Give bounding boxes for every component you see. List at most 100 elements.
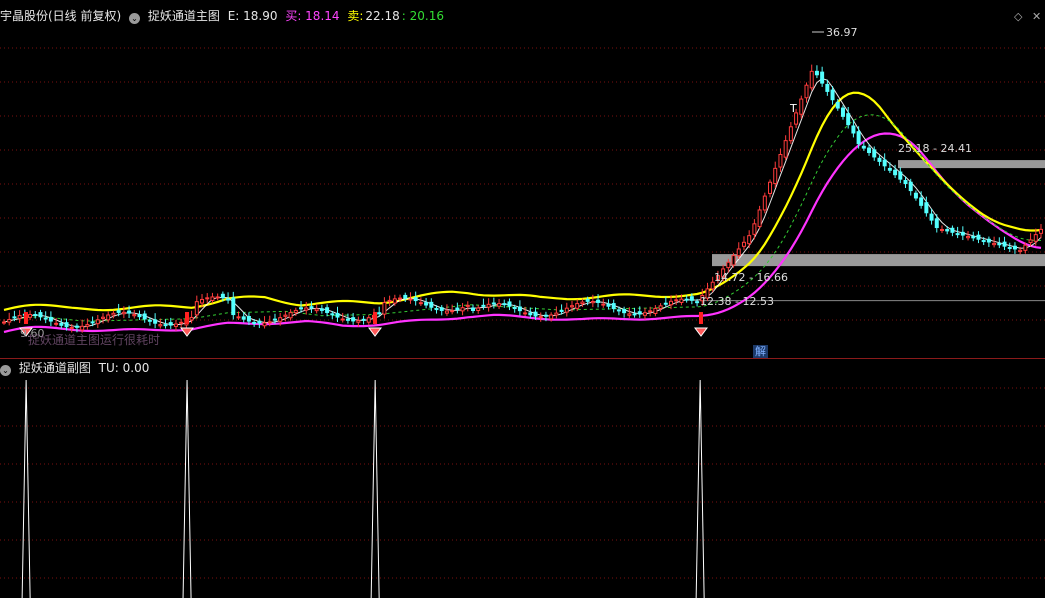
candle-body <box>903 179 908 185</box>
candle-body <box>960 231 965 236</box>
candle-body <box>12 316 17 319</box>
candle-body <box>455 307 460 311</box>
candle-body <box>590 300 595 304</box>
tu-spike <box>695 379 705 598</box>
candle-body <box>486 303 491 308</box>
candle-body <box>288 312 293 319</box>
candle-body <box>179 321 184 324</box>
candle-body <box>1002 241 1007 247</box>
candle-body <box>309 306 314 309</box>
candle-body <box>163 324 168 327</box>
candle-body <box>596 299 601 303</box>
candle-body <box>210 296 215 301</box>
candle-body <box>679 298 684 303</box>
candle-body <box>741 241 746 247</box>
candle-body <box>736 248 741 257</box>
candle-body <box>127 310 132 314</box>
candle-body <box>783 140 788 158</box>
candle-body <box>403 294 408 299</box>
candle-body <box>158 324 163 327</box>
candle-body <box>319 308 324 311</box>
candle-body <box>226 298 231 301</box>
candle-body <box>549 314 554 320</box>
candle-body <box>116 310 121 313</box>
candle-body <box>669 300 674 306</box>
candle-body <box>59 322 64 326</box>
tu-spike <box>182 379 192 598</box>
candle-body <box>241 316 246 320</box>
candle-body <box>377 312 382 315</box>
peak-label: 36.97 <box>826 26 858 39</box>
candle-body <box>929 213 934 221</box>
candle-body <box>887 167 892 171</box>
candle-body <box>2 321 6 324</box>
candle-body <box>939 229 944 232</box>
candle-body <box>491 302 496 305</box>
buy-signal-icon <box>694 327 708 337</box>
candle-body <box>966 235 971 239</box>
candle-body <box>804 84 809 99</box>
candle-body <box>351 317 356 322</box>
candle-body <box>752 223 757 235</box>
candle-body <box>913 192 918 199</box>
candle-body <box>971 235 976 239</box>
sub-chart <box>0 379 1045 598</box>
candle-body <box>111 312 116 316</box>
candle-body <box>95 319 100 325</box>
candle-body <box>335 312 340 318</box>
zone-top-label: 25.18 - 24.41 <box>898 142 972 155</box>
candle-body <box>559 309 564 312</box>
candle-body <box>762 195 767 211</box>
candle-body <box>502 303 507 306</box>
candle-body <box>637 311 642 315</box>
candle-body <box>731 255 736 266</box>
candle-body <box>90 321 95 324</box>
candle-body <box>820 71 825 84</box>
toolbar-strip <box>0 0 1045 7</box>
candle-body <box>872 149 877 158</box>
yellow-line <box>3 91 1042 312</box>
candle-body <box>622 308 627 314</box>
candle-body <box>538 316 543 319</box>
candle-body <box>611 303 616 310</box>
candle-body <box>648 310 653 313</box>
candle-body <box>304 307 309 311</box>
candle-body <box>439 307 444 311</box>
candle-body <box>799 98 804 115</box>
candle-body <box>101 316 106 319</box>
candle-body <box>497 303 502 307</box>
candle-body <box>361 318 366 321</box>
buy-signal-bar <box>699 312 703 324</box>
candle-body <box>835 101 840 109</box>
candle-body <box>856 131 861 145</box>
candle-body <box>330 313 335 316</box>
candle-body <box>408 298 413 301</box>
candle-body <box>882 159 887 167</box>
candle-body <box>658 305 663 309</box>
candle-body <box>7 319 12 323</box>
candle-body <box>543 314 548 317</box>
candle-body <box>814 70 819 76</box>
candle-body <box>773 167 778 185</box>
candle-body <box>517 306 522 312</box>
candle-body <box>585 298 590 302</box>
candle-body <box>429 301 434 308</box>
candle-body <box>726 261 731 269</box>
candle-body <box>43 317 48 320</box>
candle-body <box>601 303 606 306</box>
candle-body <box>173 323 178 327</box>
candle-body <box>231 297 236 316</box>
candle-body <box>200 298 205 304</box>
candle-body <box>846 113 851 126</box>
jie-badge[interactable]: 解 <box>753 345 768 358</box>
candle-body <box>293 309 298 314</box>
candle-body <box>246 316 251 322</box>
candle-body <box>695 301 700 304</box>
candle-body <box>106 314 111 321</box>
candle-body <box>220 293 225 299</box>
candle-body <box>1039 228 1043 234</box>
candle-body <box>606 303 611 307</box>
chevron-down-icon[interactable]: ⌄ <box>0 365 11 376</box>
candle-body <box>450 310 455 313</box>
candle-body <box>778 154 783 168</box>
